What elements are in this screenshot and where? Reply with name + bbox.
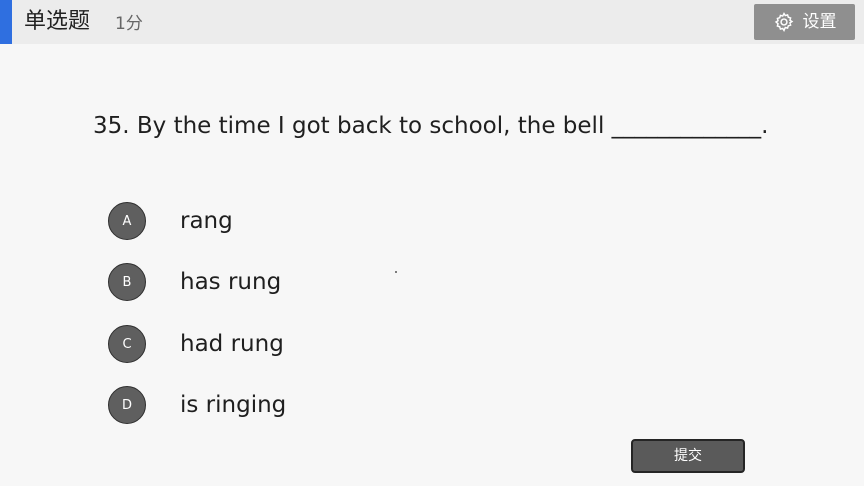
option-letter-d: D bbox=[108, 386, 146, 424]
question-type-label: 单选题 bbox=[24, 9, 91, 34]
option-text-b: has rung bbox=[180, 269, 282, 295]
option-a[interactable]: A rang bbox=[108, 202, 233, 240]
top-bar: 单选题 1分 设置 bbox=[0, 0, 864, 44]
option-text-d: is ringing bbox=[180, 392, 287, 418]
option-text-a: rang bbox=[180, 208, 233, 234]
gear-icon bbox=[773, 11, 795, 33]
option-b[interactable]: B has rung bbox=[108, 263, 281, 301]
option-letter-a: A bbox=[108, 202, 146, 240]
question-score: 1分 bbox=[115, 14, 143, 34]
question-text: 35. By the time I got back to school, th… bbox=[93, 113, 769, 139]
stray-dot bbox=[395, 271, 397, 273]
option-text-c: had rung bbox=[180, 331, 284, 357]
settings-label: 设置 bbox=[802, 12, 837, 32]
settings-button[interactable]: 设置 bbox=[754, 4, 855, 40]
accent-bar bbox=[0, 0, 12, 44]
option-d[interactable]: D is ringing bbox=[108, 386, 286, 424]
option-letter-c: C bbox=[108, 325, 146, 363]
option-letter-b: B bbox=[108, 263, 146, 301]
submit-button[interactable]: 提交 bbox=[631, 439, 745, 473]
option-c[interactable]: C had rung bbox=[108, 325, 284, 363]
